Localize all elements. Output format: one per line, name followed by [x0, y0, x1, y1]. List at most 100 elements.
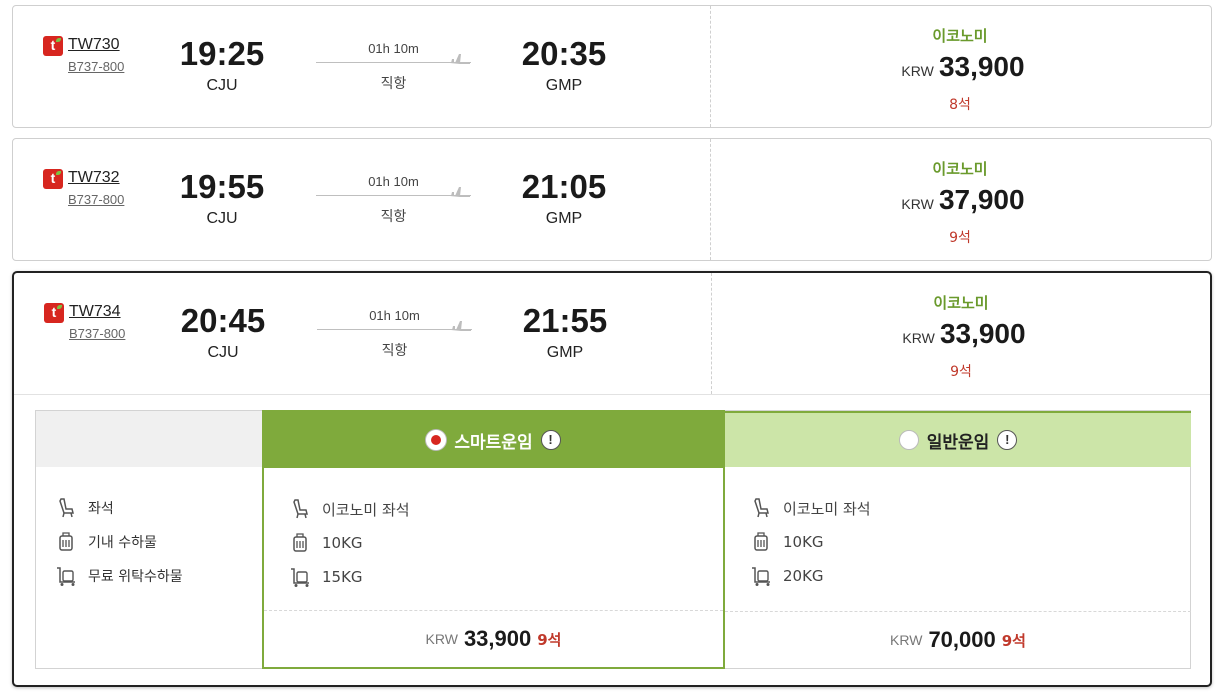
- fare-class: 이코노미: [932, 160, 988, 178]
- fare-label-column: 좌석 기내 수하물 무료 위탁수하물: [36, 411, 262, 668]
- info-icon[interactable]: !: [997, 430, 1018, 450]
- carry-on-row-label: 기내 수하물: [54, 525, 183, 559]
- carry-on-label: 기내 수하물: [88, 535, 157, 551]
- flight-duration: 01h 10m: [368, 174, 419, 189]
- price-amount: 33,900: [463, 626, 532, 651]
- price-amount: 33,900: [939, 318, 1026, 349]
- route-line: [316, 62, 471, 63]
- normal-carry-on-value: 10KG: [783, 533, 824, 551]
- flight-card-tw730[interactable]: t TW730 B737-800 19:25 CJU 01h 10m 직항 20…: [12, 5, 1212, 128]
- smart-fare-price: KRW 33,900 9석: [264, 610, 723, 667]
- aircraft-link[interactable]: B737-800: [69, 326, 125, 341]
- smart-checked-row: 15KG: [288, 560, 410, 594]
- normal-checked-row: 20KG: [749, 559, 871, 593]
- route-line: [316, 195, 471, 196]
- smart-fare-title: 스마트운임: [454, 432, 533, 453]
- seats-left: 9석: [1001, 631, 1026, 650]
- price-amount: 70,000: [928, 627, 996, 652]
- tway-logo-icon: t: [43, 169, 63, 189]
- normal-fare-header[interactable]: 일반운임 !: [725, 411, 1191, 467]
- currency: KRW: [425, 631, 458, 647]
- smart-seat-value: 이코노미 좌석: [322, 500, 410, 519]
- fare-price[interactable]: KRW 37,900: [843, 184, 1083, 216]
- flight-number-link[interactable]: TW730: [68, 36, 120, 54]
- normal-checked-value: 20KG: [783, 567, 824, 585]
- seat-icon: [54, 496, 78, 520]
- smart-fare-column[interactable]: 스마트운임 ! 이코노미 좌석 10KG 15KG KRW 33,900 9석: [262, 410, 725, 669]
- seats-left: 9석: [537, 630, 562, 649]
- carry-on-icon: [54, 530, 78, 554]
- departure-airport: CJU: [206, 77, 238, 94]
- departure-time: 19:25: [179, 35, 265, 72]
- normal-carry-on-row: 10KG: [749, 525, 871, 559]
- checked-label: 무료 위탁수하물: [88, 569, 183, 585]
- fare-detail-table: 좌석 기내 수하물 무료 위탁수하물 스마트운임 ! 이코노미 좌석 10KG …: [35, 410, 1191, 669]
- label-header: [36, 411, 262, 467]
- flight-card-tw732[interactable]: t TW732 B737-800 19:55 CJU 01h 10m 직항 21…: [12, 138, 1212, 261]
- arrival-time: 20:35: [521, 35, 607, 72]
- normal-fare-price: KRW 70,000 9석: [725, 611, 1191, 668]
- smart-fare-header[interactable]: 스마트운임 !: [264, 412, 723, 468]
- arrival-time: 21:05: [521, 168, 607, 205]
- flight-duration: 01h 10m: [368, 41, 419, 56]
- normal-seat-value: 이코노미 좌석: [783, 499, 871, 518]
- departure-time: 20:45: [180, 302, 266, 339]
- airplane-icon: [450, 54, 470, 64]
- checked-baggage-icon: [288, 565, 312, 589]
- aircraft-link[interactable]: B737-800: [68, 192, 124, 207]
- route-type: 직항: [381, 343, 408, 359]
- smart-carry-on-row: 10KG: [288, 526, 410, 560]
- carry-on-icon: [288, 531, 312, 555]
- carry-on-icon: [749, 530, 773, 554]
- normal-fare-radio[interactable]: [898, 430, 919, 450]
- price-amount: 37,900: [938, 184, 1025, 215]
- arrival-airport: GMP: [545, 210, 583, 227]
- aircraft-link[interactable]: B737-800: [68, 59, 124, 74]
- route-type: 직항: [380, 209, 407, 225]
- currency: KRW: [901, 63, 934, 79]
- airplane-icon: [450, 187, 470, 197]
- card-divider: [711, 273, 712, 394]
- seat-icon: [749, 496, 773, 520]
- fare-class: 이코노미: [933, 294, 989, 312]
- currency: KRW: [902, 330, 935, 346]
- flight-number-link[interactable]: TW734: [69, 303, 121, 321]
- seats-left: 9석: [950, 364, 972, 380]
- fare-price[interactable]: KRW 33,900: [843, 51, 1083, 83]
- seat-label: 좌석: [88, 501, 114, 517]
- fare-class: 이코노미: [932, 27, 988, 45]
- normal-fare-title: 일반운임: [926, 432, 990, 453]
- seat-row-label: 좌석: [54, 491, 183, 525]
- arrival-airport: GMP: [545, 77, 583, 94]
- info-icon[interactable]: !: [540, 430, 561, 450]
- currency: KRW: [890, 632, 923, 648]
- smart-fare-radio[interactable]: [426, 430, 447, 450]
- flight-number-link[interactable]: TW732: [68, 169, 120, 187]
- currency: KRW: [901, 196, 934, 212]
- card-divider: [710, 6, 711, 127]
- route-type: 직항: [380, 76, 407, 92]
- seats-left: 8석: [949, 97, 971, 113]
- flight-card-tw734[interactable]: t TW734 B737-800 20:45 CJU 01h 10m 직항 21…: [12, 271, 1212, 687]
- airplane-icon: [451, 321, 471, 331]
- seats-left: 9석: [949, 230, 971, 246]
- smart-checked-value: 15KG: [322, 568, 363, 586]
- flight-duration: 01h 10m: [369, 308, 420, 323]
- departure-time: 19:55: [179, 168, 265, 205]
- fare-price[interactable]: KRW 33,900: [844, 318, 1084, 350]
- tway-logo-icon: t: [43, 36, 63, 56]
- normal-seat-row: 이코노미 좌석: [749, 491, 871, 525]
- price-amount: 33,900: [938, 51, 1025, 82]
- arrival-time: 21:55: [522, 302, 608, 339]
- departure-airport: CJU: [206, 210, 238, 227]
- arrival-airport: GMP: [546, 344, 584, 361]
- smart-carry-on-value: 10KG: [322, 534, 363, 552]
- smart-seat-row: 이코노미 좌석: [288, 492, 410, 526]
- tway-logo-icon: t: [44, 303, 64, 323]
- seat-icon: [288, 497, 312, 521]
- normal-fare-column[interactable]: 일반운임 ! 이코노미 좌석 10KG 20KG KRW 70,000 9석: [725, 411, 1191, 668]
- checked-baggage-icon: [749, 564, 773, 588]
- departure-airport: CJU: [207, 344, 239, 361]
- card-divider: [710, 139, 711, 260]
- checked-baggage-icon: [54, 564, 78, 588]
